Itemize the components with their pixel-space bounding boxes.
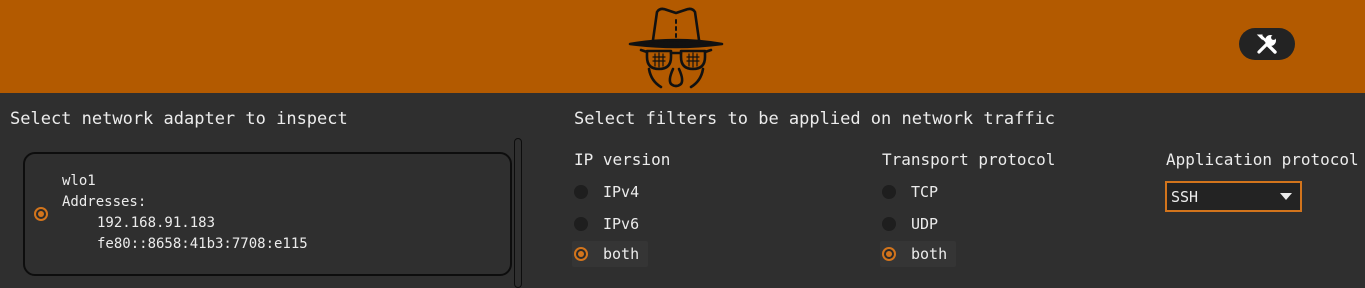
option-label: both [603, 245, 640, 263]
ip-version-option-both[interactable]: both [572, 241, 648, 267]
radio-button[interactable] [574, 217, 588, 231]
filters-title: Select filters to be applied on network … [574, 109, 1056, 129]
option-label: IPv4 [603, 183, 640, 201]
caret-down-icon [1280, 192, 1292, 200]
transport-option-both[interactable]: both [880, 241, 956, 267]
radio-button[interactable] [574, 247, 588, 261]
option-label: TCP [911, 183, 939, 201]
adapter-card-wlo1[interactable] [23, 152, 512, 276]
ip-version-label: IP version [574, 150, 671, 169]
adapter-radio[interactable] [34, 207, 48, 221]
settings-button[interactable] [1239, 28, 1295, 60]
adapter-list-scrollbar[interactable] [514, 138, 522, 288]
option-label: IPv6 [603, 215, 640, 233]
radio-button[interactable] [882, 217, 896, 231]
transport-option-tcp[interactable]: TCP [880, 179, 950, 205]
select-value: SSH [1171, 187, 1199, 206]
radio-button[interactable] [882, 185, 896, 199]
transport-option-udp[interactable]: UDP [880, 211, 950, 237]
app-header [0, 0, 1365, 93]
option-label: UDP [911, 215, 939, 233]
wrench-screwdriver-icon [1256, 34, 1277, 54]
application-protocol-label: Application protocol [1166, 150, 1359, 169]
adapter-addresses-label: Addresses: [62, 194, 147, 210]
adapter-address: 192.168.91.183 [97, 215, 216, 231]
ip-version-option-ipv6[interactable]: IPv6 [572, 211, 642, 237]
ip-version-option-ipv4[interactable]: IPv4 [572, 179, 642, 205]
application-protocol-select[interactable]: SSH [1165, 181, 1302, 212]
radio-button[interactable] [882, 247, 896, 261]
adapter-address: fe80::8658:41b3:7708:e115 [97, 236, 308, 252]
radio-button[interactable] [574, 185, 588, 199]
transport-protocol-label: Transport protocol [882, 150, 1056, 169]
adapters-title: Select network adapter to inspect [10, 109, 348, 129]
option-label: both [911, 245, 948, 263]
adapter-name: wlo1 [62, 173, 96, 189]
spy-hat-glasses-icon [628, 7, 724, 89]
